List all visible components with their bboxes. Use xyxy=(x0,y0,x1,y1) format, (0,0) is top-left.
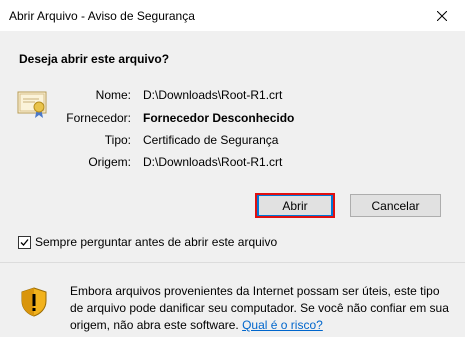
checkmark-icon xyxy=(20,238,29,246)
publisher-label: Fornecedor: xyxy=(66,111,131,125)
cancel-button[interactable]: Cancelar xyxy=(350,194,441,217)
dialog-question: Deseja abrir este arquivo? xyxy=(19,52,170,66)
always-ask-checkbox-row[interactable]: Sempre perguntar antes de abrir este arq… xyxy=(18,235,277,249)
open-button[interactable]: Abrir xyxy=(257,194,333,217)
origin-value: D:\Downloads\Root-R1.crt xyxy=(143,155,283,169)
always-ask-label: Sempre perguntar antes de abrir este arq… xyxy=(35,235,278,249)
always-ask-checkbox[interactable] xyxy=(18,235,31,249)
separator xyxy=(0,262,465,263)
close-button[interactable] xyxy=(419,0,465,31)
shield-warning-icon xyxy=(21,287,47,317)
type-value: Certificado de Segurança xyxy=(143,133,279,147)
origin-label: Origem: xyxy=(88,155,131,169)
name-value: D:\Downloads\Root-R1.crt xyxy=(143,88,283,102)
name-label: Nome: xyxy=(95,88,131,102)
risk-link[interactable]: Qual é o risco? xyxy=(242,318,323,332)
security-warning-text: Embora arquivos provenientes da Internet… xyxy=(70,283,455,334)
type-label: Tipo: xyxy=(104,133,131,147)
publisher-value: Fornecedor Desconhecido xyxy=(143,111,295,125)
title-bar: Abrir Arquivo - Aviso de Segurança xyxy=(0,0,465,31)
window-title: Abrir Arquivo - Aviso de Segurança xyxy=(9,9,195,23)
close-icon xyxy=(437,10,447,21)
